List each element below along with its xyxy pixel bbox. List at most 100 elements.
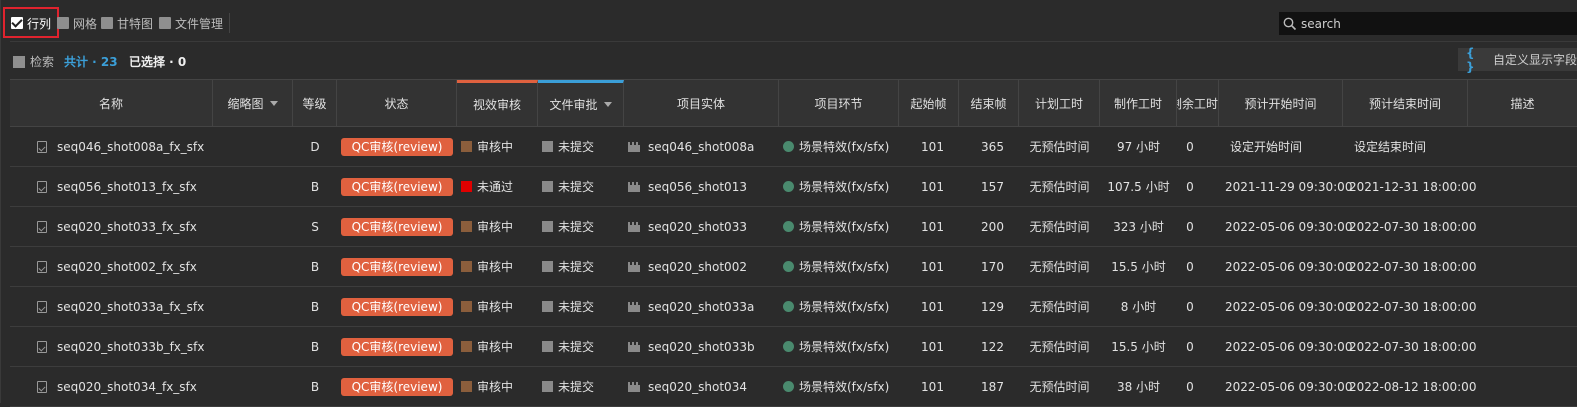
task-name-cell[interactable]: seq020_shot033a_fx_sfx bbox=[37, 287, 213, 326]
status-cell[interactable]: QC审核(review) bbox=[337, 247, 457, 286]
search-input[interactable] bbox=[1297, 15, 1563, 32]
task-name[interactable]: seq020_shot002_fx_sfx bbox=[57, 260, 197, 274]
file-approval-cell[interactable]: 未提交 bbox=[542, 127, 624, 166]
custom-fields-button[interactable]: { } 自定义显示字段 bbox=[1458, 46, 1577, 74]
status-badge[interactable]: QC审核(review) bbox=[341, 297, 453, 316]
entity-cell[interactable]: seq020_shot034 bbox=[628, 367, 779, 406]
entity-cell[interactable]: seq046_shot008a bbox=[628, 127, 779, 166]
status-cell[interactable]: QC审核(review) bbox=[337, 167, 457, 206]
vfx-review-cell[interactable]: 审核中 bbox=[461, 287, 538, 326]
status-cell[interactable]: QC审核(review) bbox=[337, 327, 457, 366]
status-cell[interactable]: QC审核(review) bbox=[337, 207, 457, 246]
col-header-est-start[interactable]: 预计开始时间 bbox=[1219, 80, 1343, 126]
status-cell[interactable]: QC审核(review) bbox=[337, 127, 457, 166]
tab-rows-columns[interactable]: 行列 bbox=[11, 15, 51, 31]
est-end-cell[interactable]: 2022-07-30 18:00:00 bbox=[1341, 247, 1476, 286]
status-cell[interactable]: QC审核(review) bbox=[337, 287, 457, 326]
col-header-description[interactable]: 描述 bbox=[1468, 80, 1577, 126]
table-row[interactable]: seq020_shot002_fx_sfx B QC审核(review) 审核中… bbox=[10, 247, 1577, 287]
stage-cell[interactable]: 场景特效(fx/sfx) bbox=[783, 127, 899, 166]
est-start-date[interactable]: 2022-05-06 09:30:00 bbox=[1225, 340, 1352, 354]
status-badge[interactable]: QC审核(review) bbox=[341, 377, 453, 396]
est-end-date[interactable]: 2022-07-30 18:00:00 bbox=[1349, 260, 1476, 274]
file-approval-cell[interactable]: 未提交 bbox=[542, 287, 624, 326]
col-header-vfx-review[interactable]: 视效审核 bbox=[457, 80, 538, 126]
col-header-level[interactable]: 等级 bbox=[293, 80, 337, 126]
est-start-date[interactable]: 2022-05-06 09:30:00 bbox=[1225, 220, 1352, 234]
description-cell[interactable] bbox=[1468, 247, 1577, 286]
tab-gantt[interactable]: 甘特图 bbox=[101, 15, 153, 31]
est-end-date[interactable]: 2022-07-30 18:00:00 bbox=[1349, 220, 1476, 234]
tab-grid[interactable]: 网格 bbox=[57, 15, 97, 31]
est-start-cell[interactable]: 2021-11-29 09:30:00 bbox=[1217, 167, 1352, 206]
task-name-cell[interactable]: seq056_shot013_fx_sfx bbox=[37, 167, 213, 206]
task-name-cell[interactable]: seq020_shot033b_fx_sfx bbox=[37, 327, 213, 366]
task-name[interactable]: seq020_shot033_fx_sfx bbox=[57, 220, 197, 234]
entity-cell[interactable]: seq020_shot033b bbox=[628, 327, 779, 366]
sort-icon[interactable] bbox=[269, 100, 278, 106]
status-badge[interactable]: QC审核(review) bbox=[341, 137, 453, 156]
col-header-entity[interactable]: 项目实体 bbox=[624, 80, 779, 126]
vfx-review-cell[interactable]: 审核中 bbox=[461, 327, 538, 366]
vfx-review-cell[interactable]: 审核中 bbox=[461, 367, 538, 406]
col-header-remaining-hours[interactable]: 剩余工时 bbox=[1177, 80, 1219, 126]
entity-name[interactable]: seq020_shot033 bbox=[648, 220, 747, 234]
entity-cell[interactable]: seq020_shot033a bbox=[628, 287, 779, 326]
stage-cell[interactable]: 场景特效(fx/sfx) bbox=[783, 367, 899, 406]
est-end-date[interactable]: 2022-08-12 18:00:00 bbox=[1349, 380, 1476, 394]
col-header-status[interactable]: 状态 bbox=[337, 80, 457, 126]
filter-toggle[interactable]: 检索 bbox=[13, 53, 54, 70]
table-row[interactable]: seq020_shot033a_fx_sfx B QC审核(review) 审核… bbox=[10, 287, 1577, 327]
col-header-start-frame[interactable]: 起始帧 bbox=[899, 80, 959, 126]
status-cell[interactable]: QC审核(review) bbox=[337, 367, 457, 406]
task-name[interactable]: seq020_shot033a_fx_sfx bbox=[57, 300, 204, 314]
task-name[interactable]: seq056_shot013_fx_sfx bbox=[57, 180, 197, 194]
stage-cell[interactable]: 场景特效(fx/sfx) bbox=[783, 287, 899, 326]
est-end-cell[interactable]: 2022-07-30 18:00:00 bbox=[1341, 207, 1476, 246]
est-start-date[interactable]: 2021-11-29 09:30:00 bbox=[1225, 180, 1352, 194]
task-name-cell[interactable]: seq020_shot034_fx_sfx bbox=[37, 367, 213, 406]
est-start-cell[interactable]: 2022-05-06 09:30:00 bbox=[1217, 247, 1352, 286]
est-start-cell[interactable]: 设定开始时间 bbox=[1217, 127, 1343, 166]
entity-name[interactable]: seq046_shot008a bbox=[648, 140, 754, 154]
stage-cell[interactable]: 场景特效(fx/sfx) bbox=[783, 327, 899, 366]
vfx-review-cell[interactable]: 审核中 bbox=[461, 207, 538, 246]
task-name[interactable]: seq020_shot033b_fx_sfx bbox=[57, 340, 205, 354]
est-start-cell[interactable]: 2022-05-06 09:30:00 bbox=[1217, 207, 1352, 246]
description-cell[interactable] bbox=[1468, 127, 1577, 166]
stage-cell[interactable]: 场景特效(fx/sfx) bbox=[783, 247, 899, 286]
est-end-date[interactable]: 2021-12-31 18:00:00 bbox=[1349, 180, 1476, 194]
description-cell[interactable] bbox=[1468, 207, 1577, 246]
col-header-end-frame[interactable]: 结束帧 bbox=[959, 80, 1019, 126]
entity-name[interactable]: seq020_shot002 bbox=[648, 260, 747, 274]
status-badge[interactable]: QC审核(review) bbox=[341, 217, 453, 236]
stage-cell[interactable]: 场景特效(fx/sfx) bbox=[783, 167, 899, 206]
sort-icon[interactable] bbox=[603, 102, 612, 107]
status-badge[interactable]: QC审核(review) bbox=[341, 337, 453, 356]
est-end-date[interactable]: 2022-07-30 18:00:00 bbox=[1349, 340, 1476, 354]
file-approval-cell[interactable]: 未提交 bbox=[542, 367, 624, 406]
est-end-cell[interactable]: 2021-12-31 18:00:00 bbox=[1341, 167, 1476, 206]
table-row[interactable]: seq020_shot033b_fx_sfx B QC审核(review) 审核… bbox=[10, 327, 1577, 367]
est-end-cell[interactable]: 2022-07-30 18:00:00 bbox=[1341, 287, 1476, 326]
entity-name[interactable]: seq020_shot033a bbox=[648, 300, 754, 314]
est-start-cell[interactable]: 2022-05-06 09:30:00 bbox=[1217, 367, 1352, 406]
entity-name[interactable]: seq020_shot033b bbox=[648, 340, 755, 354]
col-header-est-end[interactable]: 预计结束时间 bbox=[1343, 80, 1468, 126]
col-header-file-approval[interactable]: 文件审批 bbox=[538, 80, 624, 126]
est-start-cell[interactable]: 2022-05-06 09:30:00 bbox=[1217, 287, 1352, 326]
file-approval-cell[interactable]: 未提交 bbox=[542, 327, 624, 366]
tab-file-management[interactable]: 文件管理 bbox=[159, 15, 223, 31]
search-box[interactable] bbox=[1279, 12, 1577, 35]
est-end-date[interactable]: 设定结束时间 bbox=[1354, 138, 1426, 155]
task-name[interactable]: seq046_shot008a_fx_sfx bbox=[57, 140, 204, 154]
est-end-cell[interactable]: 设定结束时间 bbox=[1341, 127, 1468, 166]
description-cell[interactable] bbox=[1468, 167, 1577, 206]
task-name-cell[interactable]: seq020_shot002_fx_sfx bbox=[37, 247, 213, 286]
file-approval-cell[interactable]: 未提交 bbox=[542, 207, 624, 246]
col-header-stage[interactable]: 项目环节 bbox=[779, 80, 899, 126]
entity-name[interactable]: seq020_shot034 bbox=[648, 380, 747, 394]
est-end-date[interactable]: 2022-07-30 18:00:00 bbox=[1349, 300, 1476, 314]
est-start-date[interactable]: 2022-05-06 09:30:00 bbox=[1225, 300, 1352, 314]
status-badge[interactable]: QC审核(review) bbox=[341, 177, 453, 196]
